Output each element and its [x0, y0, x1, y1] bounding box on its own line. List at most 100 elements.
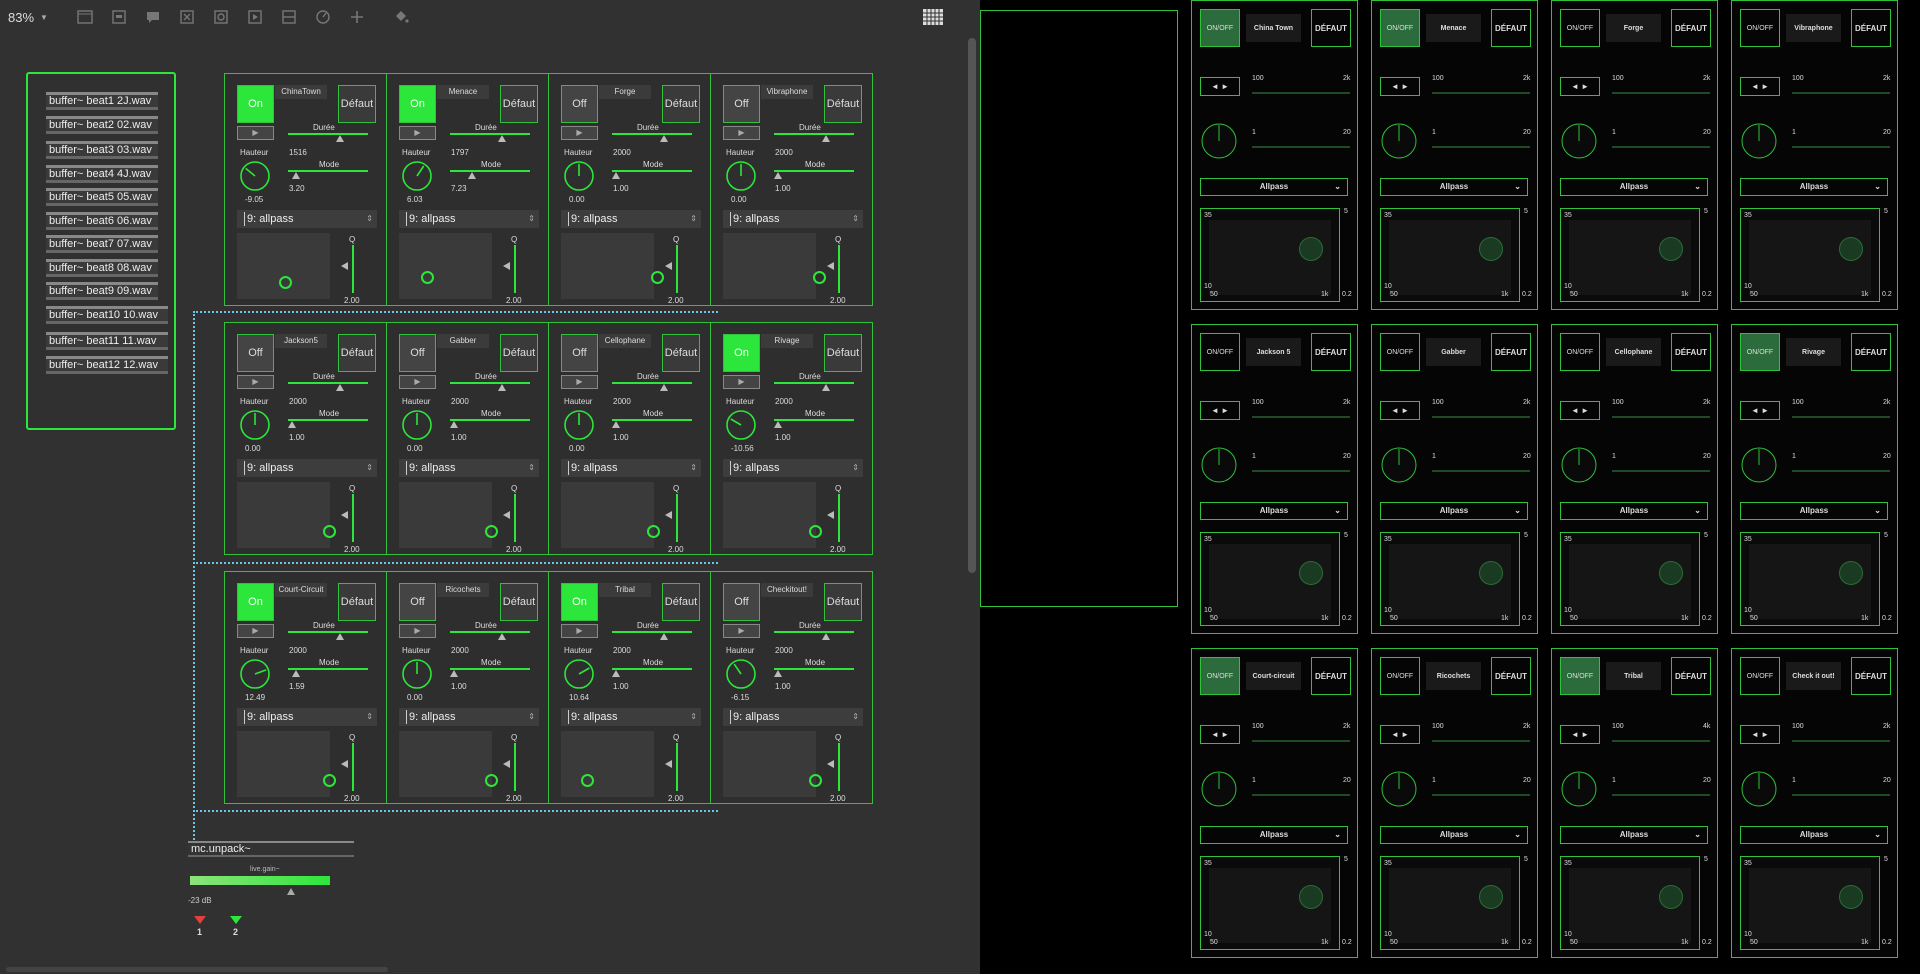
outlet-1-icon[interactable] [194, 916, 206, 924]
chevron-down-icon[interactable]: ▼ [40, 13, 48, 22]
direction-toggle[interactable]: ◄ ► [1380, 77, 1420, 96]
on-off-toggle[interactable]: ON/OFF [1560, 657, 1600, 695]
buffer-object[interactable]: buffer~ beat4 4J.wav [46, 165, 158, 183]
filter-xy-pad[interactable] [723, 233, 826, 299]
pitch-dial[interactable] [1380, 446, 1418, 484]
duration-slider[interactable] [612, 133, 692, 135]
on-off-toggle[interactable]: On [237, 85, 274, 123]
default-button[interactable]: DÉFAUT [1491, 657, 1531, 695]
buffer-object[interactable]: buffer~ beat9 09.wav [46, 282, 158, 300]
filter-xy-pad[interactable]: 35 10 50 1k [1200, 856, 1340, 950]
buffer-object[interactable]: buffer~ beat7 07.wav [46, 235, 158, 253]
filter-type-select[interactable]: Allpass ⌄ [1200, 502, 1348, 520]
mode-slider[interactable] [774, 668, 854, 670]
xy-handle[interactable] [421, 271, 434, 284]
mode-slider[interactable] [1792, 146, 1890, 148]
duration-slider[interactable] [1432, 416, 1530, 418]
duration-slider[interactable] [1792, 416, 1890, 418]
on-off-toggle[interactable]: ON/OFF [1200, 9, 1240, 47]
on-off-toggle[interactable]: On [399, 85, 436, 123]
mode-slider[interactable] [1612, 794, 1710, 796]
on-off-toggle[interactable]: ON/OFF [1560, 9, 1600, 47]
mode-slider[interactable] [1432, 470, 1530, 472]
filter-xy-pad[interactable]: 35 10 50 1k [1740, 856, 1880, 950]
filter-type-select[interactable]: Allpass ⌄ [1740, 502, 1888, 520]
play-button[interactable]: ▶ [399, 126, 436, 140]
xy-handle[interactable] [1659, 561, 1683, 585]
filter-type-select[interactable]: Allpass ⌄ [1380, 826, 1528, 844]
filter-xy-pad[interactable]: 35 10 50 1k [1380, 532, 1520, 626]
direction-toggle[interactable]: ◄ ► [1200, 401, 1240, 420]
pitch-dial[interactable] [239, 160, 271, 192]
default-button[interactable]: DÉFAUT [1311, 333, 1351, 371]
mode-handle[interactable] [292, 172, 300, 179]
filter-xy-pad[interactable] [561, 233, 664, 299]
filter-xy-pad[interactable]: 35 10 50 1k [1200, 208, 1340, 302]
xy-handle[interactable] [809, 525, 822, 538]
filter-type-select[interactable]: Allpass ⌄ [1560, 826, 1708, 844]
mode-slider[interactable] [1252, 146, 1350, 148]
on-off-toggle[interactable]: ON/OFF [1560, 333, 1600, 371]
pitch-dial[interactable] [1380, 770, 1418, 808]
xy-handle[interactable] [1659, 885, 1683, 909]
xy-handle[interactable] [1839, 237, 1863, 261]
toggle-icon[interactable] [170, 4, 204, 30]
gain-slider-handle[interactable] [287, 888, 295, 895]
xy-handle[interactable] [1479, 885, 1503, 909]
default-button[interactable]: DÉFAUT [1671, 9, 1711, 47]
pitch-dial[interactable] [1740, 770, 1778, 808]
comment-icon[interactable] [136, 4, 170, 30]
mode-slider[interactable] [612, 170, 692, 172]
mc-unpack-object[interactable]: mc.unpack~ [188, 841, 354, 857]
filter-type-select[interactable]: 9: allpass ⇕ [237, 210, 377, 228]
q-slider[interactable] [838, 743, 840, 791]
mode-handle[interactable] [774, 172, 782, 179]
duration-slider[interactable] [1252, 92, 1350, 94]
filter-type-select[interactable]: Allpass ⌄ [1200, 178, 1348, 196]
filter-xy-pad[interactable]: 35 10 50 1k [1380, 208, 1520, 302]
on-off-toggle[interactable]: Off [723, 85, 760, 123]
horizontal-scrollbar[interactable] [6, 967, 388, 972]
mode-slider[interactable] [1612, 470, 1710, 472]
playlist-icon[interactable] [238, 4, 272, 30]
filter-xy-pad[interactable]: 35 10 50 1k [1560, 856, 1700, 950]
default-button[interactable]: Défaut [824, 583, 862, 621]
q-slider[interactable] [514, 245, 516, 293]
duration-slider[interactable] [288, 133, 368, 135]
default-button[interactable]: DÉFAUT [1671, 333, 1711, 371]
filter-type-select[interactable]: Allpass ⌄ [1380, 178, 1528, 196]
buffer-object[interactable]: buffer~ beat10 10.wav [46, 306, 168, 324]
filter-type-select[interactable]: Allpass ⌄ [1740, 826, 1888, 844]
on-off-toggle[interactable]: Off [561, 85, 598, 123]
filter-xy-pad[interactable]: 35 10 50 1k [1560, 208, 1700, 302]
on-off-toggle[interactable]: ON/OFF [1380, 657, 1420, 695]
direction-toggle[interactable]: ◄ ► [1740, 401, 1780, 420]
buffer-object[interactable]: buffer~ beat12 12.wav [46, 356, 168, 374]
play-button[interactable]: ▶ [723, 624, 760, 638]
on-off-toggle[interactable]: ON/OFF [1200, 657, 1240, 695]
mode-handle[interactable] [774, 421, 782, 428]
patch-cord[interactable] [193, 311, 718, 564]
filter-type-select[interactable]: Allpass ⌄ [1740, 178, 1888, 196]
window-icon[interactable] [68, 4, 102, 30]
mode-slider[interactable] [450, 170, 530, 172]
xy-handle[interactable] [1839, 885, 1863, 909]
xy-handle[interactable] [1299, 561, 1323, 585]
direction-toggle[interactable]: ◄ ► [1560, 77, 1600, 96]
buffer-object[interactable]: buffer~ beat1 2J.wav [46, 92, 158, 110]
pitch-dial[interactable] [1560, 446, 1598, 484]
filter-type-select[interactable]: 9: allpass ⇕ [399, 210, 539, 228]
play-button[interactable]: ▶ [237, 126, 274, 140]
default-button[interactable]: DÉFAUT [1491, 333, 1531, 371]
filter-type-select[interactable]: 9: allpass ⇕ [723, 708, 863, 726]
buffer-object[interactable]: buffer~ beat8 08.wav [46, 259, 158, 277]
mode-handle[interactable] [612, 172, 620, 179]
default-button[interactable]: DÉFAUT [1851, 9, 1891, 47]
play-button[interactable]: ▶ [723, 126, 760, 140]
pitch-dial[interactable] [725, 160, 757, 192]
buffer-object[interactable]: buffer~ beat5 05.wav [46, 188, 158, 206]
mode-handle[interactable] [468, 172, 476, 179]
buffer-object[interactable]: buffer~ beat6 06.wav [46, 212, 158, 230]
duration-slider[interactable] [1612, 92, 1710, 94]
filter-xy-pad[interactable]: 35 10 50 1k [1740, 532, 1880, 626]
